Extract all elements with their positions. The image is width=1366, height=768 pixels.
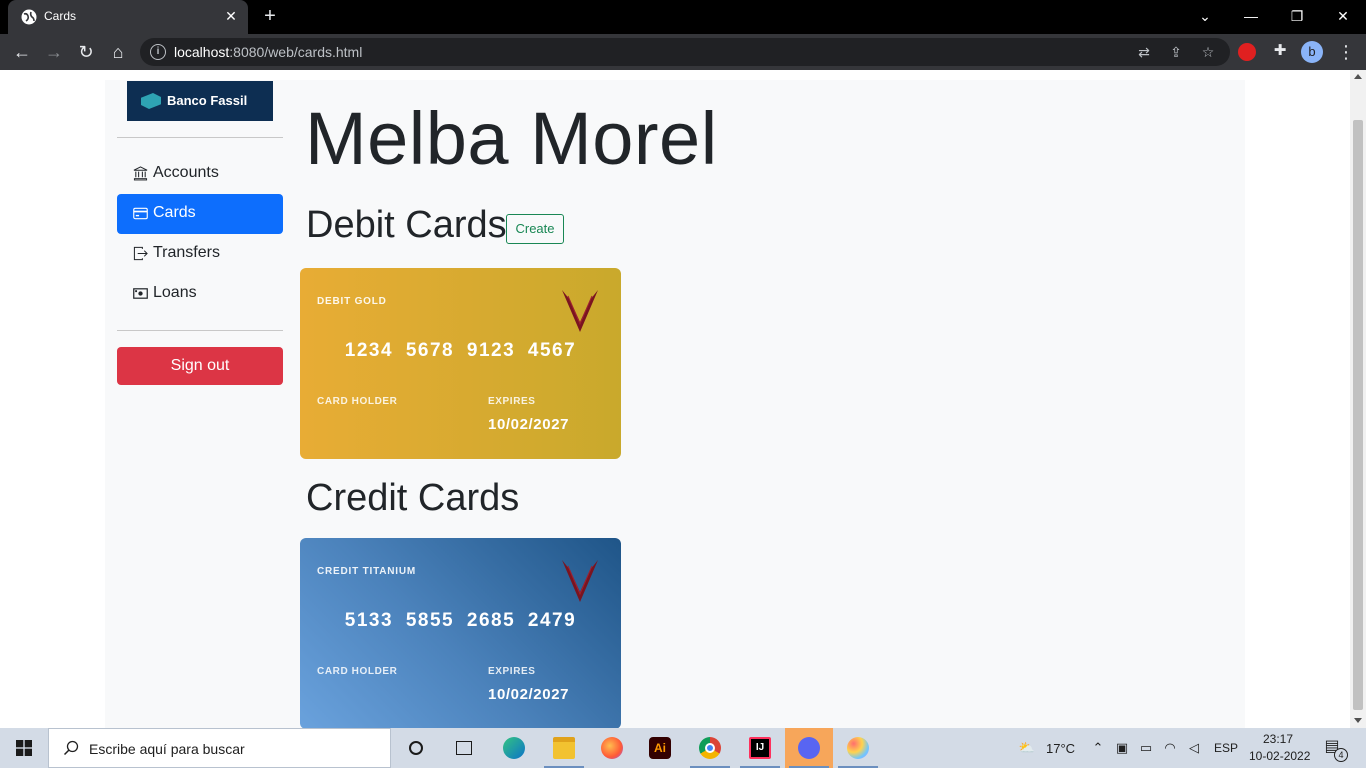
- intellij-icon[interactable]: IJ: [736, 728, 784, 768]
- scrollbar-thumb[interactable]: [1353, 120, 1363, 710]
- card-expires-label: EXPIRES: [488, 666, 536, 677]
- card-brand-logo-icon: [562, 290, 598, 332]
- minimize-icon[interactable]: —: [1228, 0, 1274, 34]
- clock-date[interactable]: 10-02-2022: [1249, 749, 1310, 763]
- battery-icon[interactable]: ▭: [1138, 740, 1154, 756]
- browser-menu-icon[interactable]: ⋮: [1336, 40, 1356, 64]
- sidebar-divider: [117, 330, 283, 331]
- volume-icon[interactable]: ◁: [1186, 740, 1202, 756]
- sidebar-item-label: Loans: [153, 284, 197, 301]
- share-icon[interactable]: ⇪: [1166, 42, 1186, 62]
- new-tab-icon[interactable]: +: [260, 6, 280, 26]
- card-brand-logo-icon: [562, 560, 598, 602]
- page-container: Banco Fassil Accounts Cards Transfers Lo…: [105, 80, 1245, 728]
- tab-title: Cards: [44, 9, 77, 23]
- search-icon: [63, 740, 79, 756]
- search-placeholder: Escribe aquí para buscar: [89, 741, 245, 757]
- restore-icon[interactable]: ❐: [1274, 0, 1320, 34]
- page-viewport: Banco Fassil Accounts Cards Transfers Lo…: [0, 70, 1350, 728]
- address-bar[interactable]: i localhost:8080/web/cards.html ⇄ ⇪ ☆: [140, 38, 1230, 66]
- chrome-icon[interactable]: [686, 728, 734, 768]
- notification-count-badge: 4: [1334, 748, 1348, 762]
- back-icon[interactable]: ←: [10, 40, 34, 64]
- edge-icon[interactable]: [490, 728, 538, 768]
- box-arrow-right-icon: [133, 246, 148, 261]
- logo-mark-icon: [141, 93, 161, 109]
- client-name: Melba Morel: [305, 97, 718, 180]
- card-expires-value: 10/02/2027: [488, 686, 570, 703]
- browser-toolbar: ← → ↻ ⌂ i localhost:8080/web/cards.html …: [0, 34, 1366, 70]
- weather-temp[interactable]: 17°C: [1046, 741, 1075, 756]
- cortana-icon[interactable]: [392, 728, 440, 768]
- card-number: 1234 5678 9123 4567: [344, 340, 577, 361]
- meet-now-icon[interactable]: ▣: [1114, 740, 1130, 756]
- sidebar-item-label: Cards: [153, 204, 196, 221]
- bank-icon: [133, 166, 148, 181]
- wifi-icon[interactable]: ◠: [1162, 740, 1178, 756]
- show-hidden-icons-icon[interactable]: ⌃: [1090, 740, 1106, 756]
- card-holder-label: CARD HOLDER: [317, 396, 398, 407]
- windows-logo-icon: [16, 740, 32, 756]
- start-button[interactable]: [0, 728, 48, 768]
- page-scrollbar[interactable]: [1350, 70, 1366, 728]
- browser-tab-bar: Cards ✕ + ⌄ — ❐ ✕: [0, 0, 1366, 34]
- language-indicator[interactable]: ESP: [1214, 741, 1238, 755]
- sidebar-item-transfers[interactable]: Transfers: [117, 234, 283, 274]
- tab-search-icon[interactable]: ⌄: [1182, 0, 1228, 34]
- site-info-icon[interactable]: i: [150, 44, 166, 60]
- card-expires-value: 10/02/2027: [488, 416, 570, 433]
- translate-icon[interactable]: ⇄: [1134, 42, 1154, 62]
- credit-cards-title: Credit Cards: [306, 477, 520, 519]
- illustrator-icon[interactable]: Ai: [636, 728, 684, 768]
- extension-hand-icon[interactable]: [1238, 43, 1256, 61]
- create-card-button[interactable]: Create: [506, 214, 564, 244]
- sidebar-item-label: Transfers: [153, 244, 220, 261]
- globe-icon: [21, 9, 37, 25]
- card-expires-label: EXPIRES: [488, 396, 536, 407]
- forward-icon[interactable]: →: [42, 40, 66, 64]
- credit-card[interactable]: CREDIT TITANIUM 5133 5855 2685 2479 CARD…: [300, 538, 621, 728]
- card-type: DEBIT GOLD: [317, 296, 387, 307]
- card-number: 5133 5855 2685 2479: [344, 610, 577, 631]
- scroll-down-icon[interactable]: [1354, 718, 1362, 723]
- discord-icon[interactable]: [785, 728, 833, 768]
- debit-card[interactable]: DEBIT GOLD 1234 5678 9123 4567 CARD HOLD…: [300, 268, 621, 459]
- sign-out-button[interactable]: Sign out: [117, 347, 283, 385]
- clock-time[interactable]: 23:17: [1263, 732, 1293, 746]
- tab-close-icon[interactable]: ✕: [222, 7, 240, 25]
- url-text[interactable]: localhost:8080/web/cards.html: [174, 44, 362, 60]
- taskbar-search[interactable]: Escribe aquí para buscar: [48, 728, 391, 768]
- profile-avatar[interactable]: b: [1301, 41, 1323, 63]
- reload-icon[interactable]: ↻: [74, 40, 98, 64]
- file-explorer-icon[interactable]: [540, 728, 588, 768]
- card-holder-label: CARD HOLDER: [317, 666, 398, 677]
- sidebar-item-label: Accounts: [153, 164, 219, 181]
- windows-taskbar: Escribe aquí para buscar Ai IJ ⛅ 17°C ⌃ …: [0, 728, 1366, 768]
- card-type: CREDIT TITANIUM: [317, 566, 417, 577]
- debit-cards-title: Debit Cards: [306, 204, 507, 246]
- bookmark-star-icon[interactable]: ☆: [1198, 42, 1218, 62]
- weather-icon[interactable]: ⛅: [1016, 740, 1038, 756]
- sidebar-divider: [117, 137, 283, 138]
- browser-tab[interactable]: Cards ✕: [8, 0, 248, 34]
- credit-card-icon: [133, 207, 148, 220]
- logo-text: Banco Fassil: [167, 93, 248, 108]
- sidebar-item-loans[interactable]: Loans: [117, 274, 283, 314]
- bank-logo[interactable]: Banco Fassil: [127, 81, 273, 121]
- paint-icon[interactable]: [834, 728, 882, 768]
- firefox-icon[interactable]: [588, 728, 636, 768]
- window-close-icon[interactable]: ✕: [1320, 0, 1366, 34]
- extensions-puzzle-icon[interactable]: ✚: [1270, 41, 1290, 61]
- sidebar-item-accounts[interactable]: Accounts: [117, 154, 283, 194]
- cash-icon: [133, 288, 148, 299]
- scroll-up-icon[interactable]: [1354, 74, 1362, 79]
- sidebar-item-cards[interactable]: Cards: [117, 194, 283, 234]
- home-icon[interactable]: ⌂: [106, 40, 130, 64]
- task-view-icon[interactable]: [440, 728, 488, 768]
